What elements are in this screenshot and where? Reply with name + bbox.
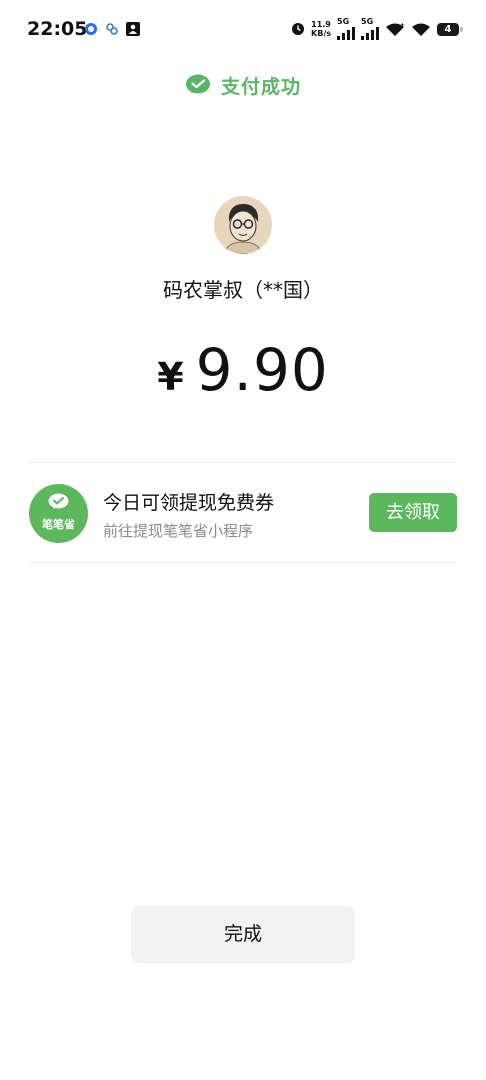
status-notification-icons bbox=[84, 22, 140, 36]
promo-card[interactable]: 笔笔省 今日可领提现免费券 前往提现笔笔省小程序 去领取 bbox=[29, 482, 457, 544]
divider bbox=[29, 562, 457, 563]
wifi-icon: + bbox=[386, 22, 405, 36]
done-button[interactable]: 完成 bbox=[131, 906, 355, 963]
signal-bars-icon bbox=[361, 26, 379, 40]
divider bbox=[29, 462, 457, 463]
payee-name: 码农掌叔（**国） bbox=[163, 278, 323, 302]
amount-value: 9.90 bbox=[195, 336, 329, 404]
signal-sim1: 5G bbox=[337, 18, 355, 40]
status-system-icons: 11.9 KB/s 5G 5G + 4 bbox=[291, 18, 463, 40]
network-speed-value: 11.9 bbox=[311, 20, 331, 29]
alarm-icon bbox=[292, 23, 305, 35]
promo-title: 今日可领提现免费券 bbox=[103, 492, 275, 514]
network-speed-unit: KB/s bbox=[311, 29, 331, 38]
currency-symbol: ¥ bbox=[157, 355, 184, 399]
avatar bbox=[214, 196, 272, 254]
wechat-pay-check-icon bbox=[185, 74, 210, 94]
signal-bars-icon bbox=[337, 26, 355, 40]
sim2-label: 5G bbox=[361, 17, 374, 26]
contact-notification-icon bbox=[126, 22, 140, 36]
claim-coupon-button[interactable]: 去领取 bbox=[369, 493, 457, 532]
payment-amount: ¥ 9.90 bbox=[0, 336, 486, 404]
app-notification-icon bbox=[85, 23, 97, 35]
link-notification-icon bbox=[106, 23, 118, 35]
bibisheng-logo: 笔笔省 bbox=[29, 484, 88, 543]
status-bar: 22:05 11.9 KB/s 5G 5G + 4 bbox=[0, 0, 486, 60]
status-time: 22:05 bbox=[27, 18, 88, 40]
battery-icon: 4 bbox=[437, 22, 463, 36]
page-title: 支付成功 bbox=[220, 75, 301, 98]
payment-success-header: 支付成功 bbox=[0, 70, 486, 100]
signal-sim2: 5G bbox=[361, 18, 379, 40]
svg-text:+: + bbox=[400, 22, 405, 29]
wifi-icon bbox=[412, 23, 430, 36]
wechat-pay-logo-icon bbox=[48, 493, 69, 509]
logo-text: 笔笔省 bbox=[42, 518, 75, 531]
promo-subtitle: 前往提现笔笔省小程序 bbox=[103, 522, 254, 540]
network-speed: 11.9 KB/s bbox=[311, 20, 331, 38]
sim1-label: 5G bbox=[337, 17, 350, 26]
